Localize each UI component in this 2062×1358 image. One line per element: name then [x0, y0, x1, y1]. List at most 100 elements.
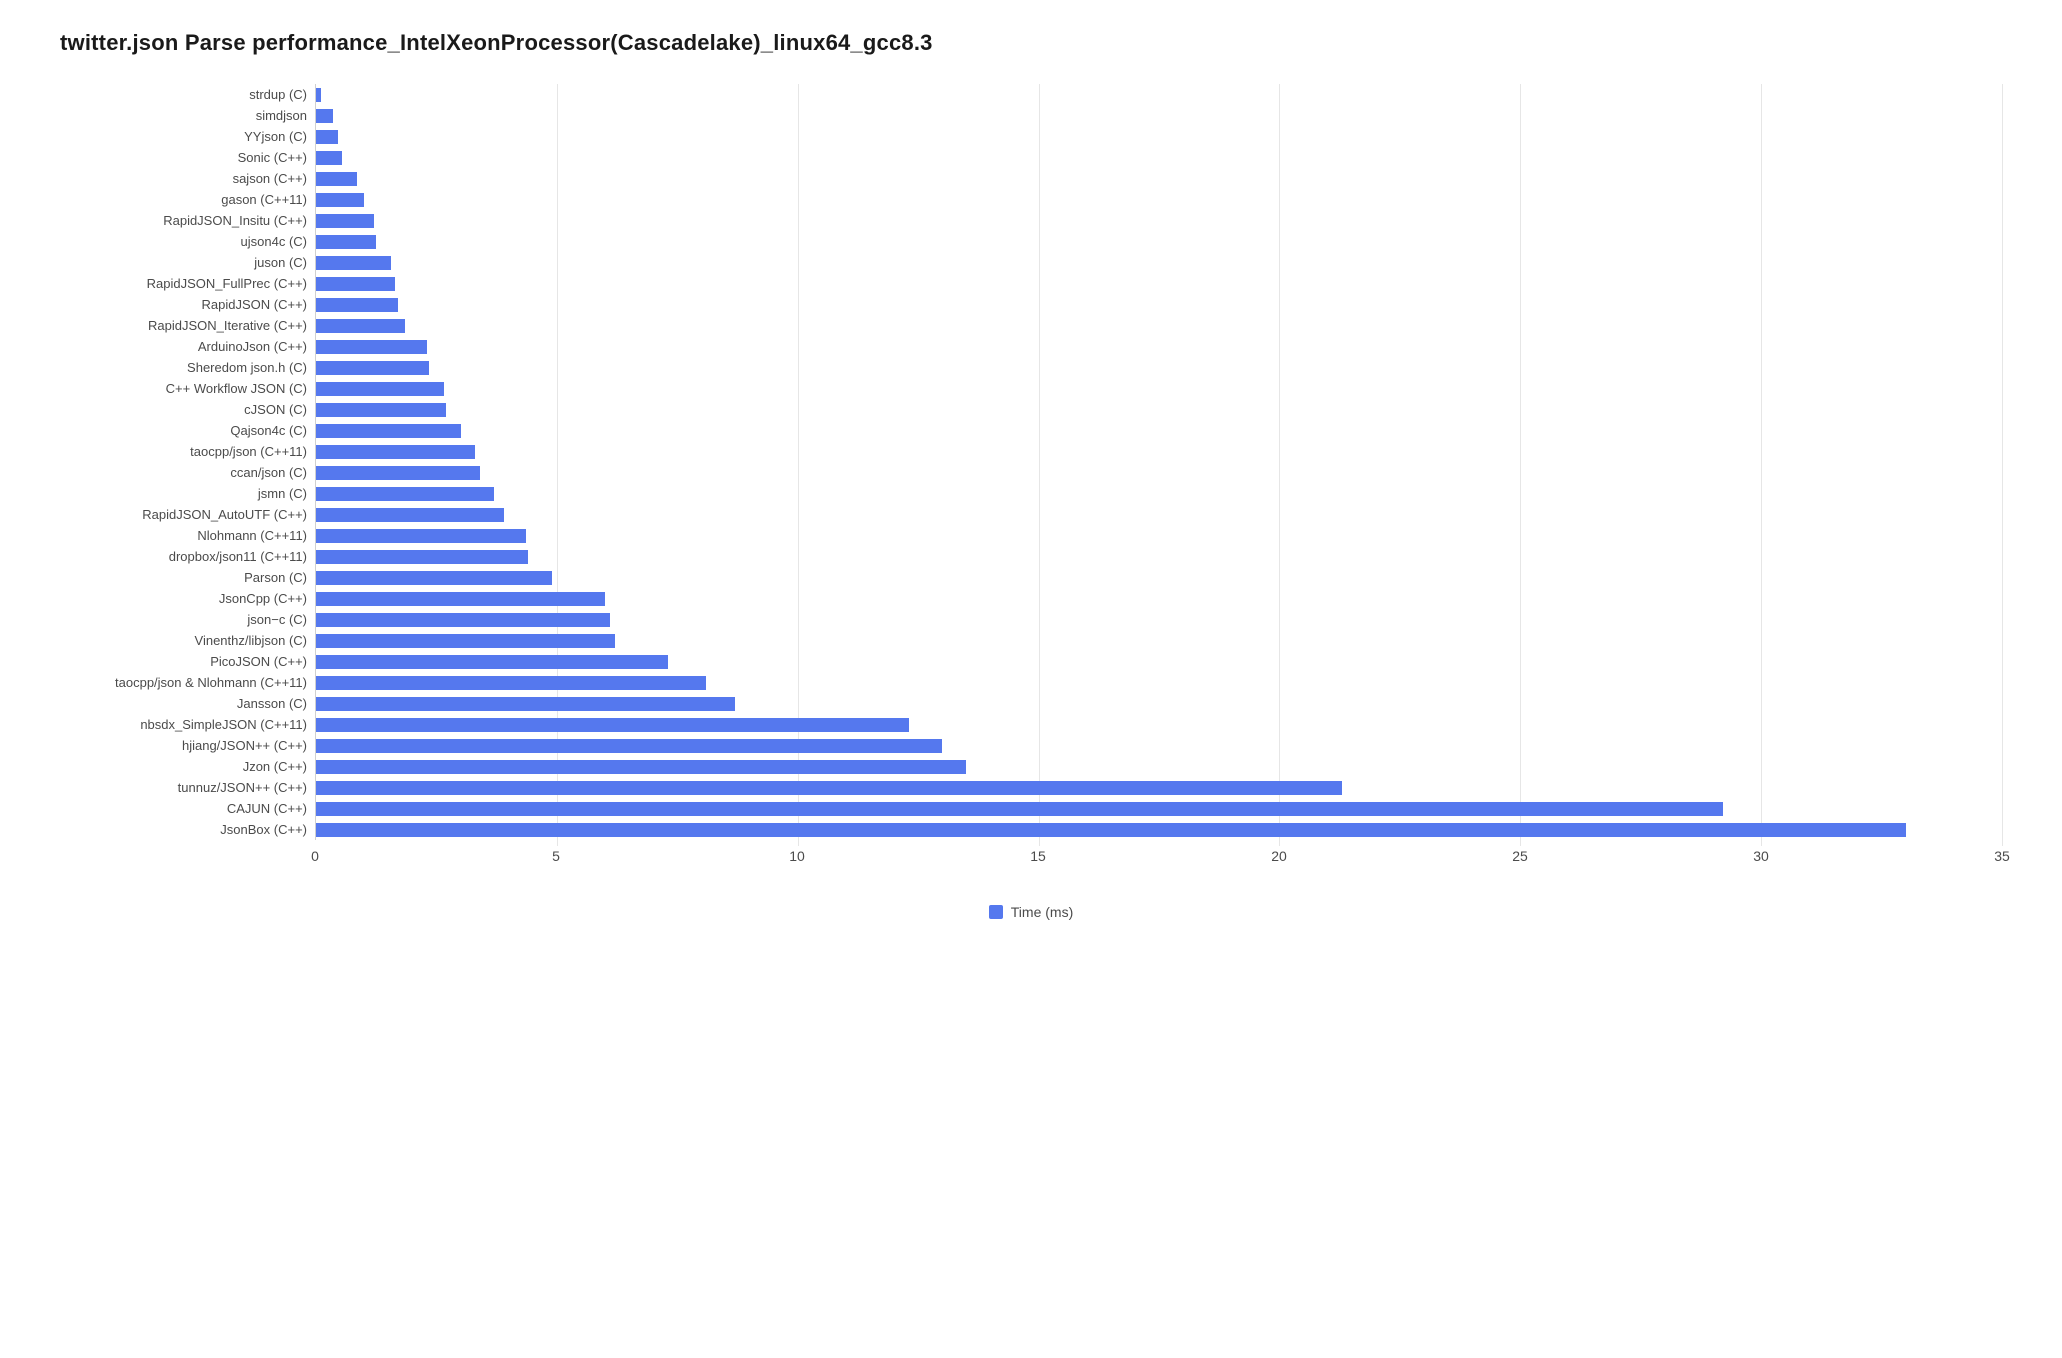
legend-label: Time (ms) [1011, 904, 1073, 920]
y-axis-label: nbsdx_SimpleJSON (C++11) [60, 714, 307, 735]
y-axis-label: Sonic (C++) [60, 147, 307, 168]
bar [316, 529, 526, 543]
bar-row [316, 462, 2002, 483]
x-axis-tick: 30 [1753, 848, 1769, 864]
y-axis-label: JsonCpp (C++) [60, 588, 307, 609]
y-axis-label: taocpp/json & Nlohmann (C++11) [60, 672, 307, 693]
bar [316, 634, 615, 648]
gridline [2002, 84, 2003, 846]
bar [316, 109, 333, 123]
y-axis-label: gason (C++11) [60, 189, 307, 210]
y-axis-label: CAJUN (C++) [60, 798, 307, 819]
y-axis-label: Nlohmann (C++11) [60, 525, 307, 546]
bar-row [316, 105, 2002, 126]
y-axis-label: C++ Workflow JSON (C) [60, 378, 307, 399]
bar [316, 130, 338, 144]
bar [316, 319, 405, 333]
y-axis-label: RapidJSON_Insitu (C++) [60, 210, 307, 231]
bar-row [316, 609, 2002, 630]
legend: Time (ms) [60, 904, 2002, 920]
bar-row [316, 483, 2002, 504]
y-axis-label: RapidJSON_FullPrec (C++) [60, 273, 307, 294]
bar-row [316, 693, 2002, 714]
bar [316, 550, 528, 564]
x-axis-tick: 15 [1030, 848, 1046, 864]
bar [316, 193, 364, 207]
bar [316, 172, 357, 186]
bar [316, 151, 342, 165]
bar-row [316, 420, 2002, 441]
bar-row [316, 336, 2002, 357]
y-axis-label: RapidJSON_AutoUTF (C++) [60, 504, 307, 525]
y-axis-label: Qajson4c (C) [60, 420, 307, 441]
bar-row [316, 294, 2002, 315]
y-axis-label: Sheredom json.h (C) [60, 357, 307, 378]
y-axis-label: ujson4c (C) [60, 231, 307, 252]
y-axis-label: json−c (C) [60, 609, 307, 630]
bar [316, 403, 446, 417]
bar-row [316, 189, 2002, 210]
y-axis-label: sajson (C++) [60, 168, 307, 189]
bar-row [316, 714, 2002, 735]
bar-row [316, 651, 2002, 672]
bar-row [316, 84, 2002, 105]
bar [316, 277, 395, 291]
y-axis-label: simdjson [60, 105, 307, 126]
bar-row [316, 273, 2002, 294]
bar-row [316, 504, 2002, 525]
y-axis-label: Vinenthz/libjson (C) [60, 630, 307, 651]
bar [316, 445, 475, 459]
y-axis-label: hjiang/JSON++ (C++) [60, 735, 307, 756]
bar-row [316, 357, 2002, 378]
y-axis-label: cJSON (C) [60, 399, 307, 420]
bar [316, 256, 391, 270]
bars-group [316, 84, 2002, 840]
bar [316, 235, 376, 249]
bar-row [316, 315, 2002, 336]
x-axis-tick: 5 [552, 848, 560, 864]
bar-row [316, 399, 2002, 420]
plot-area [315, 84, 2002, 840]
bar [316, 298, 398, 312]
bar [316, 214, 374, 228]
bar-row [316, 588, 2002, 609]
bar [316, 571, 552, 585]
bar-row [316, 756, 2002, 777]
bar-row [316, 777, 2002, 798]
bar-row [316, 546, 2002, 567]
bar [316, 361, 429, 375]
y-axis-label: taocpp/json (C++11) [60, 441, 307, 462]
bar [316, 340, 427, 354]
bar-row [316, 126, 2002, 147]
bar-row [316, 672, 2002, 693]
bar-row [316, 819, 2002, 840]
y-axis-label: ccan/json (C) [60, 462, 307, 483]
bar [316, 487, 494, 501]
x-axis-tick: 35 [1994, 848, 2010, 864]
y-axis-label: RapidJSON_Iterative (C++) [60, 315, 307, 336]
y-axis-label: strdup (C) [60, 84, 307, 105]
chart-title: twitter.json Parse performance_IntelXeon… [60, 30, 2002, 56]
bar [316, 802, 1723, 816]
legend-swatch [989, 905, 1003, 919]
y-axis-label: RapidJSON (C++) [60, 294, 307, 315]
bar-row [316, 378, 2002, 399]
bar [316, 823, 1906, 837]
x-axis-tick: 25 [1512, 848, 1528, 864]
x-axis-tick: 0 [311, 848, 319, 864]
bar [316, 424, 461, 438]
y-axis-label: ArduinoJson (C++) [60, 336, 307, 357]
x-axis-tick: 10 [789, 848, 805, 864]
chart-body: strdup (C)simdjsonYYjson (C)Sonic (C++)s… [60, 84, 2002, 840]
bar-row [316, 252, 2002, 273]
bar-row [316, 210, 2002, 231]
bar [316, 466, 480, 480]
y-axis-label: Jansson (C) [60, 693, 307, 714]
bar [316, 718, 909, 732]
bar-row [316, 798, 2002, 819]
bar [316, 676, 706, 690]
bar [316, 655, 668, 669]
bar-row [316, 567, 2002, 588]
chart-container: twitter.json Parse performance_IntelXeon… [60, 30, 2002, 920]
y-axis-label: dropbox/json11 (C++11) [60, 546, 307, 567]
